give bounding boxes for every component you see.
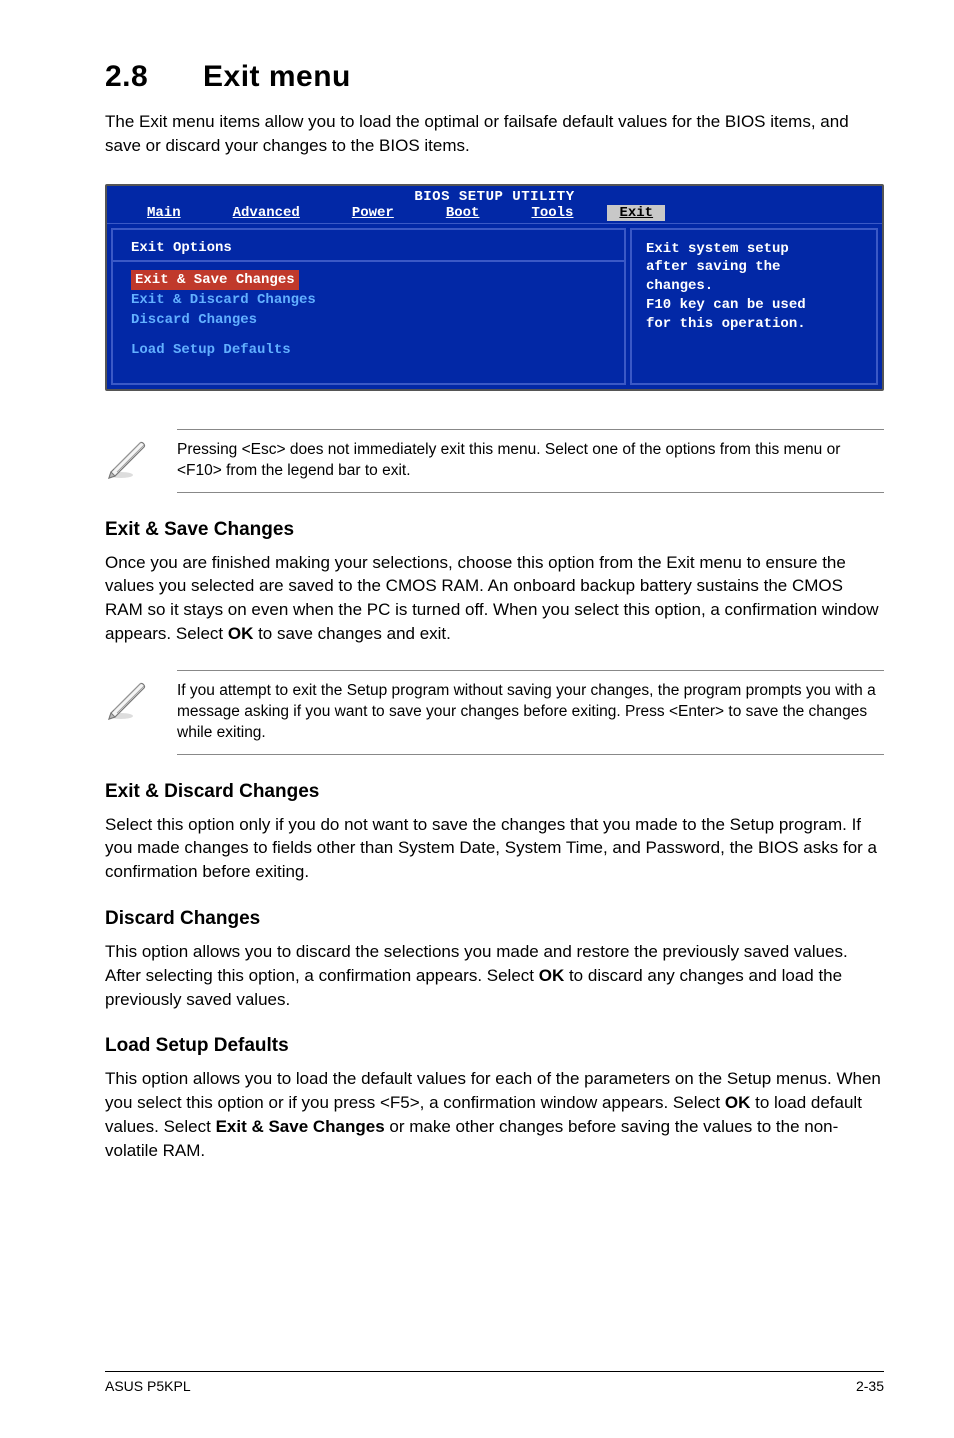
page-heading: 2.8Exit menu xyxy=(105,60,884,94)
page-footer: ASUS P5KPL 2-35 xyxy=(105,1371,884,1394)
section-body: This option allows you to discard the se… xyxy=(105,940,884,1011)
heading-number: 2.8 xyxy=(105,60,203,94)
note-text: If you attempt to exit the Setup program… xyxy=(177,671,884,754)
body-text: Once you are finished making your select… xyxy=(105,553,879,643)
bios-tab-exit: Exit xyxy=(607,205,665,221)
note-block: Pressing <Esc> does not immediately exit… xyxy=(105,429,884,493)
intro-paragraph: The Exit menu items allow you to load th… xyxy=(105,110,884,158)
bios-help-line: for this operation. xyxy=(646,315,862,334)
bios-help-line: changes. xyxy=(646,277,862,296)
bios-tab-power: Power xyxy=(340,205,406,221)
section-heading-discard: Discard Changes xyxy=(105,908,884,930)
note-text: Pressing <Esc> does not immediately exit… xyxy=(177,430,884,492)
bios-help-line: F10 key can be used xyxy=(646,296,862,315)
pencil-note-icon xyxy=(105,676,151,722)
bios-item-exit-discard: Exit & Discard Changes xyxy=(131,290,606,310)
bios-body: Exit Options Exit & Save Changes Exit & … xyxy=(107,223,882,389)
exit-save-label: Exit & Save Changes xyxy=(216,1117,385,1136)
bios-tab-boot: Boot xyxy=(434,205,492,221)
bios-tab-advanced: Advanced xyxy=(221,205,312,221)
bios-help-line: after saving the xyxy=(646,258,862,277)
bios-item-exit-save: Exit & Save Changes xyxy=(131,270,299,290)
bios-left-header: Exit Options xyxy=(131,240,606,256)
section-heading-exit-save: Exit & Save Changes xyxy=(105,519,884,541)
bios-help-pane: Exit system setup after saving the chang… xyxy=(630,228,878,385)
footer-left: ASUS P5KPL xyxy=(105,1378,191,1394)
bios-title: BIOS SETUP UTILITY xyxy=(107,186,882,205)
ok-label: OK xyxy=(725,1093,751,1112)
ok-label: OK xyxy=(539,966,565,985)
bios-left-pane: Exit Options Exit & Save Changes Exit & … xyxy=(111,228,626,385)
section-body: Select this option only if you do not wa… xyxy=(105,813,884,884)
bios-tab-main: Main xyxy=(135,205,193,221)
footer-right: 2-35 xyxy=(856,1378,884,1394)
heading-text: Exit menu xyxy=(203,60,351,93)
body-text: to save changes and exit. xyxy=(253,624,451,643)
ok-label: OK xyxy=(228,624,254,643)
bios-help-line: Exit system setup xyxy=(646,240,862,259)
section-body: Once you are finished making your select… xyxy=(105,551,884,646)
bios-tab-bar: Main Advanced Power Boot Tools Exit xyxy=(107,205,882,223)
section-body: This option allows you to load the defau… xyxy=(105,1067,884,1162)
bios-screenshot: BIOS SETUP UTILITY Main Advanced Power B… xyxy=(105,184,884,391)
note-block: If you attempt to exit the Setup program… xyxy=(105,670,884,755)
section-heading-load-defaults: Load Setup Defaults xyxy=(105,1035,884,1057)
bios-item-discard: Discard Changes xyxy=(131,310,606,330)
bios-tab-tools: Tools xyxy=(519,205,585,221)
section-heading-exit-discard: Exit & Discard Changes xyxy=(105,781,884,803)
bios-item-load-defaults: Load Setup Defaults xyxy=(131,340,606,360)
pencil-note-icon xyxy=(105,435,151,481)
